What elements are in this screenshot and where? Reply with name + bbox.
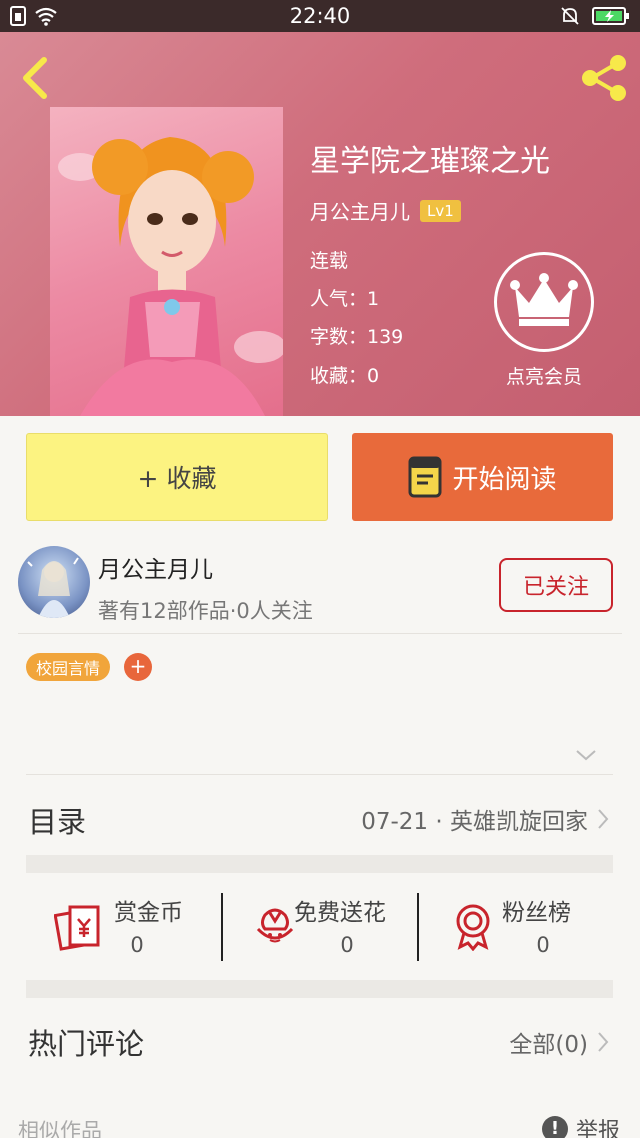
free-flower-count: 0 — [340, 933, 354, 957]
start-reading-button[interactable]: 开始阅读 — [352, 433, 613, 521]
vip-label: 点亮会员 — [505, 366, 582, 388]
report-label: 举报 — [575, 1119, 620, 1138]
all-comments-link[interactable]: 全部(0) — [509, 1025, 610, 1059]
section-separator — [26, 855, 613, 873]
author-avatar[interactable] — [18, 546, 90, 618]
hot-comments-title: 热门评论 — [28, 1027, 145, 1061]
start-reading-label: 开始阅读 — [452, 464, 557, 495]
collect-label: + 收藏 — [137, 464, 217, 493]
book-cover-image — [50, 107, 283, 416]
section-separator-2 — [26, 980, 613, 998]
catalog-latest-link[interactable]: 07-21 · 英雄凯旋回家 — [361, 802, 610, 836]
cover-illustration — [58, 137, 283, 416]
share-icon[interactable] — [578, 52, 630, 104]
author-divider — [18, 633, 622, 634]
author-name[interactable]: 月公主月儿 — [98, 550, 213, 584]
vip-circle — [494, 252, 594, 352]
book-popularity: 人气：1 — [310, 288, 380, 310]
mute-bell-icon — [561, 7, 579, 25]
author-line: 月公主月儿 Lv1 — [310, 196, 461, 225]
status-bar: 22:40 — [0, 0, 640, 32]
alert-icon: ! — [541, 1116, 568, 1138]
chevron-right-icon — [598, 809, 609, 829]
book-status: 连载 — [310, 250, 349, 272]
add-tag-button[interactable]: + — [124, 653, 152, 681]
book-favorites: 收藏：0 — [310, 365, 380, 387]
fan-ranking-count: 0 — [536, 933, 550, 957]
follow-button[interactable]: 已关注 — [499, 558, 613, 612]
back-arrow-icon[interactable] — [14, 54, 54, 102]
chevron-down-icon[interactable] — [574, 747, 598, 763]
flower-icon — [256, 908, 294, 943]
crown-icon — [510, 273, 578, 326]
status-time: 22:40 — [289, 4, 351, 28]
fan-ranking-button[interactable]: 粉丝榜 0 — [418, 893, 608, 961]
reward-coins-label: 赏金币 — [114, 900, 183, 926]
free-flower-label: 免费送花 — [294, 900, 386, 926]
collect-button[interactable]: + 收藏 — [26, 433, 328, 521]
book-author-name[interactable]: 月公主月儿 — [310, 196, 410, 225]
catalog-latest-chapter: 07-21 · 英雄凯旋回家 — [361, 809, 588, 835]
author-stats: 著有12部作品·0人关注 — [98, 599, 313, 623]
medal-icon — [456, 904, 490, 951]
battery-charging-icon — [592, 7, 629, 25]
reward-coins-count: 0 — [130, 933, 144, 957]
synopsis-divider — [26, 774, 613, 775]
reward-coins-button[interactable]: 赏金币 0 — [26, 893, 216, 961]
book-header: 星学院之璀璨之光 月公主月儿 Lv1 连载 人气：1 字数：139 收藏：0 点… — [0, 32, 640, 416]
avatar-illustration — [27, 557, 79, 618]
tag-campus-romance[interactable]: 校园言情 — [26, 653, 111, 681]
status-right — [560, 6, 630, 26]
all-comments-label: 全部(0) — [509, 1032, 588, 1058]
free-flower-button[interactable]: 免费送花 0 — [222, 893, 412, 961]
fan-ranking-label: 粉丝榜 — [502, 900, 571, 926]
follow-label: 已关注 — [522, 575, 589, 600]
similar-works-title: 相似作品 — [18, 1119, 102, 1138]
vip-button[interactable]: 点亮会员 — [492, 252, 596, 389]
report-button[interactable]: ! 举报 — [541, 1113, 620, 1138]
chevron-right-icon — [598, 1032, 609, 1052]
level-badge: Lv1 — [420, 199, 461, 222]
red-envelope-icon — [54, 905, 100, 951]
book-word-count: 字数：139 — [310, 326, 404, 348]
book-title: 星学院之璀璨之光 — [310, 144, 550, 179]
catalog-title: 目录 — [28, 805, 87, 839]
book-icon — [408, 456, 442, 498]
